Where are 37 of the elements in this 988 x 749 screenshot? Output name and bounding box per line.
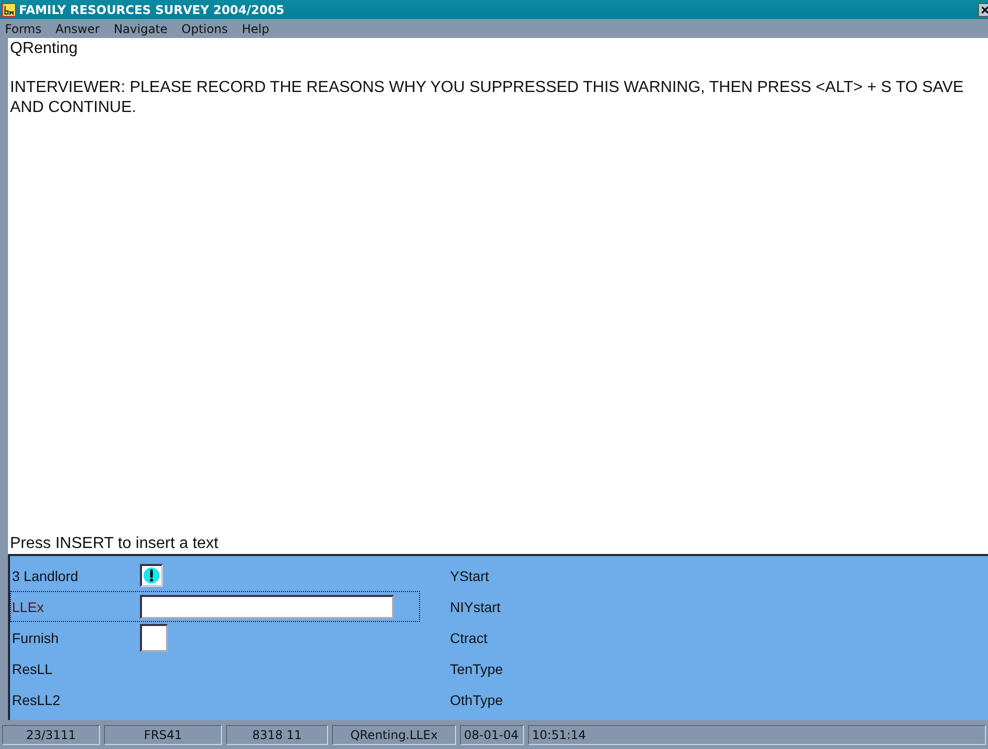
form-row[interactable]: ResLL2 (10, 684, 420, 715)
menu-item[interactable]: Forms (5, 22, 42, 36)
window-title: FAMILY RESOURCES SURVEY 2004/2005 (19, 2, 284, 16)
status-cell: 08-01-04 (460, 724, 524, 744)
field-label: ResLL2 (12, 692, 62, 708)
hint-text: Press INSERT to insert a text (10, 535, 220, 554)
input-field[interactable] (140, 594, 394, 618)
warning-field[interactable] (140, 564, 163, 587)
input-field[interactable] (140, 624, 168, 652)
close-button[interactable] (978, 2, 988, 16)
question-name: QRenting (10, 40, 79, 58)
menu-item[interactable]: Navigate (114, 22, 168, 36)
field-label: Ctract (450, 630, 488, 646)
app-logo-icon (2, 2, 16, 16)
status-cell: FRS41 (104, 724, 222, 744)
form-row[interactable]: ResLL (10, 653, 420, 684)
status-cell: QRenting.LLEx (332, 724, 456, 744)
form-row[interactable]: Furnish (10, 622, 420, 653)
field-label: 3 Landlord (12, 568, 80, 584)
form-row[interactable]: 3 Landlord (10, 560, 420, 591)
menu-item[interactable]: Options (182, 22, 228, 36)
field-label: OthType (450, 692, 503, 708)
warning-icon (143, 567, 160, 584)
menu-item[interactable]: Answer (55, 22, 100, 36)
field-label: ResLL (12, 660, 54, 676)
field-label: NIYstart (450, 598, 501, 614)
question-text: INTERVIEWER: PLEASE RECORD THE REASONS WHY YOU SUPPRESSED THIS WARNING, THEN PRESS <ALT> + S TO SAVE AND CONTINUE. (10, 78, 965, 118)
menu-item[interactable]: Help (242, 22, 270, 36)
field-label: YStart (450, 568, 489, 584)
status-cell: 23/3111 (2, 724, 100, 744)
field-label: Furnish (12, 630, 60, 646)
form-row[interactable]: LLEx (10, 591, 420, 622)
close-icon (981, 6, 988, 14)
field-label: LLEx (12, 598, 45, 614)
status-cell: 8318 11 (226, 724, 328, 744)
status-cell: 10:51:14 (528, 724, 986, 744)
field-label: TenType (450, 660, 503, 676)
